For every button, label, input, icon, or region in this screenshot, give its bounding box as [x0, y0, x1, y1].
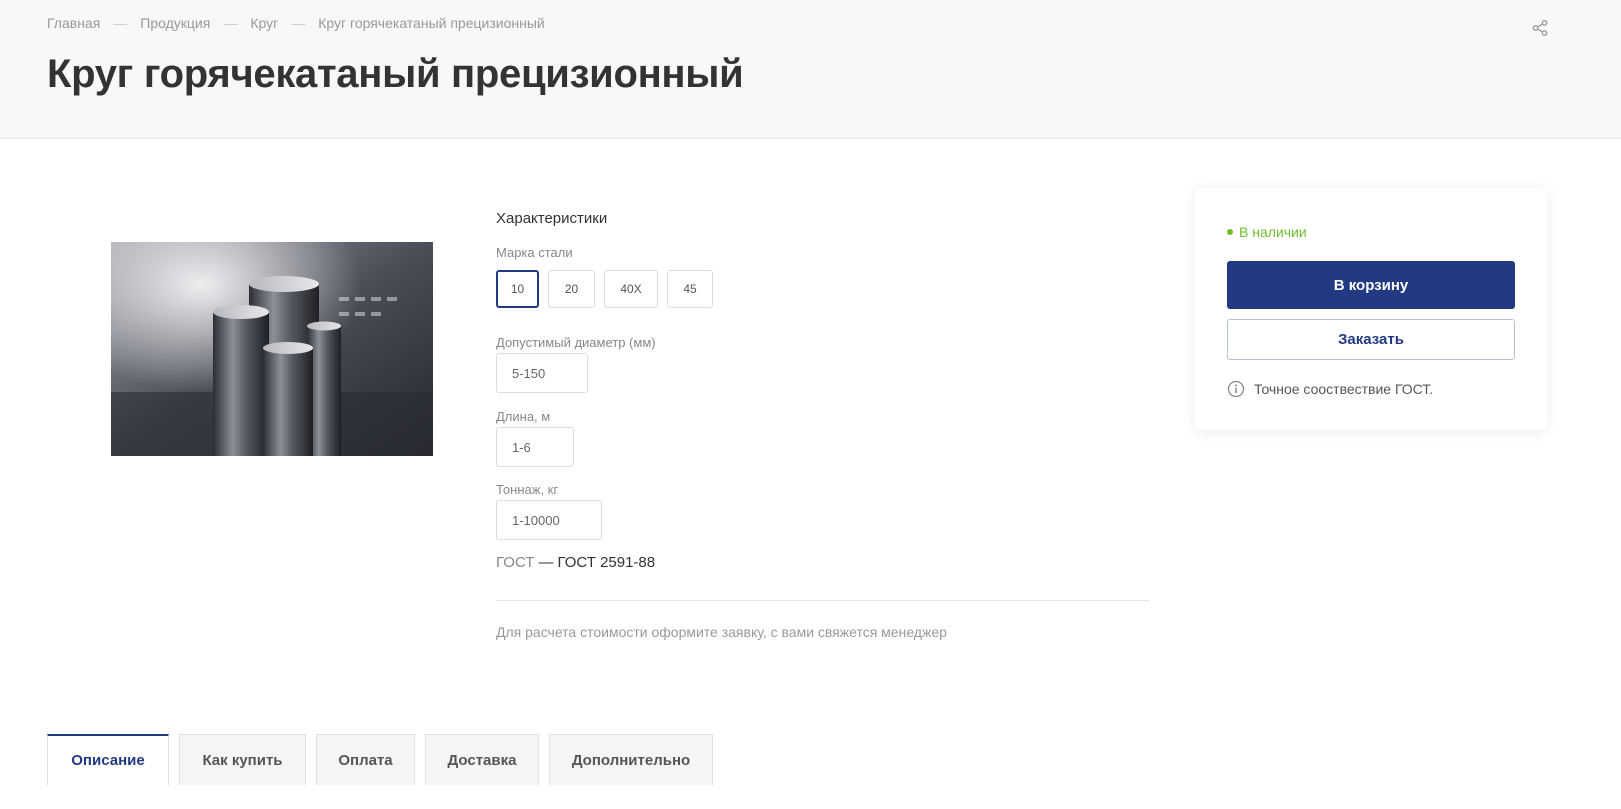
stock-status: В наличии	[1227, 224, 1307, 240]
order-button[interactable]: Заказать	[1227, 319, 1515, 360]
stock-dot-icon	[1227, 229, 1233, 235]
characteristics-title: Характеристики	[496, 210, 608, 227]
info-icon	[1227, 380, 1245, 398]
grade-option-45[interactable]: 45	[667, 270, 713, 308]
breadcrumb-current: Круг горячекатаный прецизионный	[318, 15, 545, 31]
product-image[interactable]	[111, 242, 433, 456]
gost-standard: ГОСТ — ГОСТ 2591-88	[496, 554, 655, 571]
steel-grade-label: Марка стали	[496, 245, 573, 260]
breadcrumb-separator: —	[291, 15, 306, 31]
section-divider	[496, 600, 1149, 601]
characteristics-section: Характеристики	[496, 210, 1150, 227]
add-to-cart-button[interactable]: В корзину	[1227, 261, 1515, 309]
price-calculation-note: Для расчета стоимости оформите заявку, с…	[496, 624, 947, 640]
tab-how-to-buy[interactable]: Как купить	[179, 734, 306, 785]
grade-option-20[interactable]: 20	[548, 270, 595, 308]
share-icon	[1532, 20, 1548, 36]
gost-value: ГОСТ 2591-88	[557, 554, 656, 571]
length-label: Длина, м	[496, 409, 551, 424]
breadcrumb: Главная — Продукция — Круг — Круг горяче…	[47, 15, 545, 31]
breadcrumb-products[interactable]: Продукция	[140, 15, 210, 31]
breadcrumb-separator: —	[223, 15, 238, 31]
steel-grade-options: 10 20 40Х 45	[496, 270, 713, 308]
share-button[interactable]	[1528, 16, 1552, 40]
tab-additional[interactable]: Дополнительно	[549, 734, 713, 785]
breadcrumb-separator: —	[113, 15, 128, 31]
page-header: Главная — Продукция — Круг — Круг горяче…	[0, 0, 1621, 139]
breadcrumb-home[interactable]: Главная	[47, 15, 100, 31]
stock-status-text: В наличии	[1239, 224, 1307, 240]
buy-card: В наличии В корзину Заказать Точное соос…	[1195, 188, 1547, 430]
grade-option-40x[interactable]: 40Х	[604, 270, 658, 308]
gost-label: ГОСТ	[496, 554, 535, 571]
grade-option-10[interactable]: 10	[496, 270, 539, 308]
tab-description[interactable]: Описание	[47, 734, 169, 785]
gost-compliance-note: Точное сооствествие ГОСТ.	[1227, 380, 1433, 398]
tonnage-value: 1-10000	[496, 500, 602, 540]
tab-payment[interactable]: Оплата	[316, 734, 415, 785]
gost-dash: —	[538, 554, 554, 571]
tab-delivery[interactable]: Доставка	[425, 734, 539, 785]
breadcrumb-round[interactable]: Круг	[250, 15, 278, 31]
tonnage-label: Тоннаж, кг	[496, 482, 559, 497]
steel-rods-image	[111, 242, 433, 456]
page-title: Круг горячекатаный прецизионный	[47, 52, 744, 96]
length-value: 1-6	[496, 427, 574, 467]
gost-compliance-text: Точное сооствествие ГОСТ.	[1254, 381, 1434, 397]
product-tabs: Описание Как купить Оплата Доставка Допо…	[47, 734, 713, 785]
diameter-label: Допустимый диаметр (мм)	[496, 335, 656, 350]
diameter-value: 5-150	[496, 353, 588, 393]
